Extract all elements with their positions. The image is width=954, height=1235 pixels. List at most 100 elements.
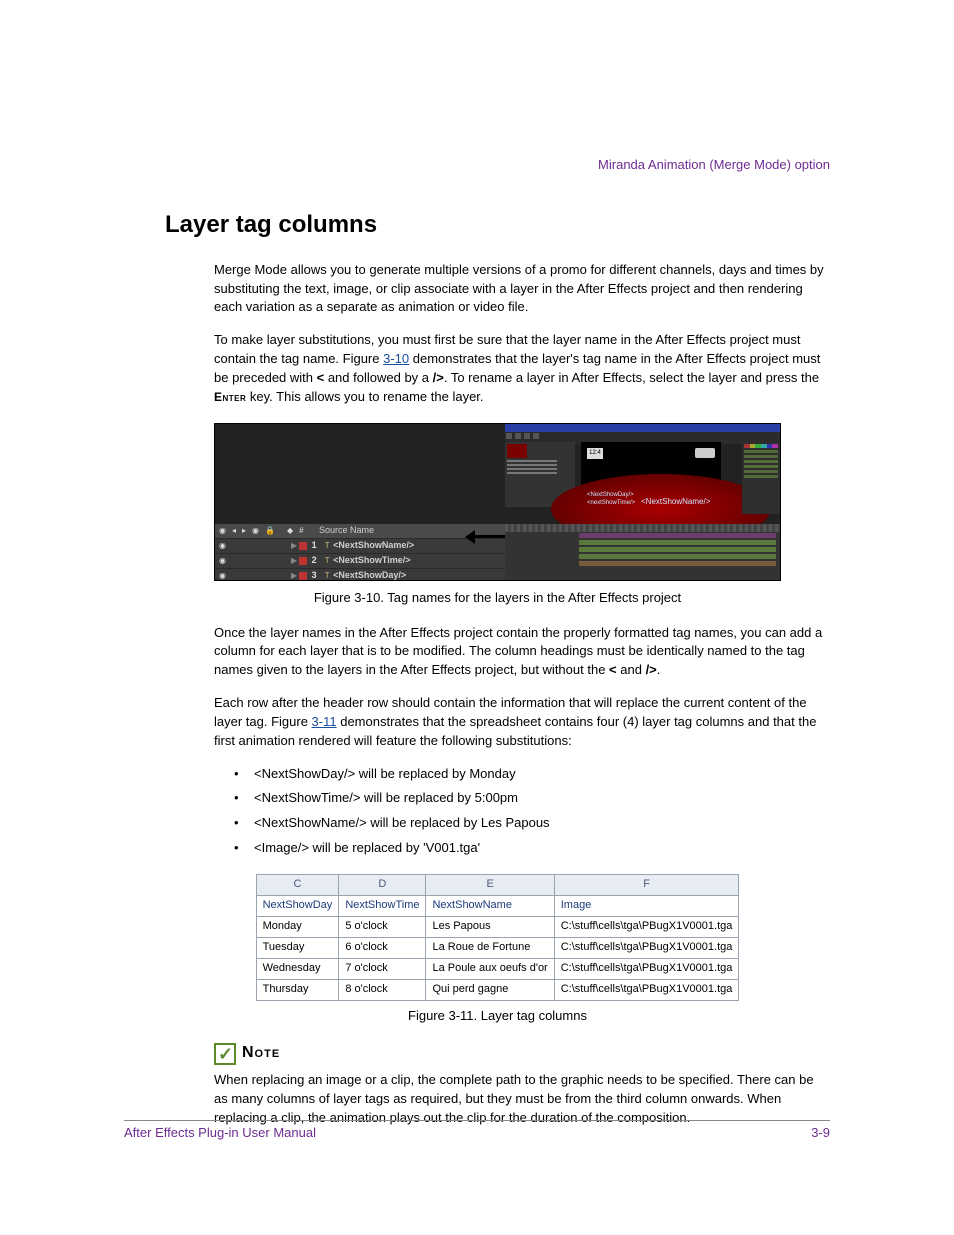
layer-number: 1 — [307, 539, 321, 552]
column-letter: F — [554, 874, 739, 895]
layer-row-icons: ◉ — [215, 555, 291, 567]
thumbnail-icon — [507, 444, 527, 458]
table-cell: Wednesday — [256, 958, 339, 979]
ae-titlebar — [505, 424, 780, 432]
layer-header-icon: ▸ — [242, 525, 246, 537]
layer-header-icon: ◂ — [232, 525, 236, 537]
table-cell: 5 o'clock — [339, 916, 426, 937]
text: and — [617, 662, 646, 677]
ae-composition-preview: 12:4 <NextShowDay/> <nextShowTime/> <Nex… — [581, 442, 721, 514]
footer-manual-title: After Effects Plug-in User Manual — [124, 1124, 316, 1143]
table-cell: 8 o'clock — [339, 979, 426, 1000]
column-letter: C — [256, 874, 339, 895]
layer-name: <NextShowTime/> — [333, 554, 505, 567]
layer-row: ◉▶ 1T<NextShowName/> — [215, 538, 505, 553]
table-header-cell: Image — [554, 895, 739, 916]
layer-number: 2 — [307, 554, 321, 567]
list-item: <NextShowDay/> will be replaced by Monda… — [234, 765, 830, 784]
layer-name: <NextShowDay/> — [333, 569, 505, 582]
checkmark-icon — [214, 1043, 236, 1065]
figure-link-3-10[interactable]: 3-10 — [383, 351, 409, 366]
literal-gt2: /> — [646, 662, 657, 677]
text-layer-icon: T — [321, 570, 333, 582]
table-header-cell: NextShowDay — [256, 895, 339, 916]
text: and followed by a — [324, 370, 432, 385]
text-layer-icon: T — [321, 555, 333, 567]
table-cell: Tuesday — [256, 937, 339, 958]
substitution-list: <NextShowDay/> will be replaced by Monda… — [234, 765, 830, 858]
layer-header-row: ◉◂▸◉🔒◆# Source Name — [215, 524, 505, 538]
text-layer-icon: T — [321, 540, 333, 552]
logo-badge — [695, 448, 715, 458]
layer-row-icons: ◉ — [215, 570, 291, 582]
text: key. This allows you to rename the layer… — [246, 389, 483, 404]
layer-row-icons: ◉ — [215, 540, 291, 552]
layer-header-icon: ◆ — [287, 525, 293, 537]
layer-header-icon: # — [299, 525, 303, 537]
layer-number: 3 — [307, 569, 321, 582]
table-header-cell: NextShowTime — [339, 895, 426, 916]
layer-header-icon: 🔒 — [265, 525, 275, 537]
disclosure-triangle-icon: ▶ — [291, 540, 297, 552]
figure-3-11-caption: Figure 3-11. Layer tag columns — [165, 1007, 830, 1026]
paragraph-3: Once the layer names in the After Effect… — [214, 624, 830, 681]
text: . — [657, 662, 661, 677]
table-row: Tuesday6 o'clockLa Roue de FortuneC:\stu… — [256, 937, 739, 958]
list-item: <NextShowName/> will be replaced by Les … — [234, 814, 830, 833]
layer-name: <NextShowName/> — [333, 539, 505, 552]
page-title: Layer tag columns — [165, 208, 830, 243]
paragraph-2: To make layer substitutions, you must fi… — [214, 331, 830, 406]
disclosure-triangle-icon: ▶ — [291, 570, 297, 582]
list-item: <Image/> will be replaced by 'V001.tga' — [234, 839, 830, 858]
text: . To rename a layer in After Effects, se… — [444, 370, 819, 385]
table-header-cell: NextShowName — [426, 895, 554, 916]
column-letter: E — [426, 874, 554, 895]
ae-right-panel — [742, 442, 780, 514]
footer-page-number: 3-9 — [811, 1124, 830, 1143]
layer-row: ◉▶ 2T<NextShowTime/> — [215, 553, 505, 568]
preview-tag-name: <NextShowName/> — [641, 496, 710, 508]
enter-key: Enter — [214, 390, 246, 404]
ae-timeline — [505, 524, 780, 580]
paragraph-intro: Merge Mode allows you to generate multip… — [214, 261, 830, 318]
layer-color-swatch — [299, 557, 307, 565]
table-cell: C:\stuff\cells\tga\PBugX1V0001.tga — [554, 958, 739, 979]
table-row: Monday5 o'clockLes PapousC:\stuff\cells\… — [256, 916, 739, 937]
section-header: Miranda Animation (Merge Mode) option — [598, 156, 830, 175]
layer-color-swatch — [299, 542, 307, 550]
footer-rule — [124, 1120, 830, 1121]
disclosure-triangle-icon: ▶ — [291, 555, 297, 567]
table-row: Thursday8 o'clockQui perd gagneC:\stuff\… — [256, 979, 739, 1000]
literal-gt: /> — [433, 370, 444, 385]
figure-3-10-caption: Figure 3-10. Tag names for the layers in… — [165, 589, 830, 608]
figure-3-10: 12:4 <NextShowDay/> <nextShowTime/> <Nex… — [214, 423, 781, 581]
layer-color-swatch — [299, 572, 307, 580]
clock-icon: 12:4 — [587, 448, 603, 459]
table-cell: C:\stuff\cells\tga\PBugX1V0001.tga — [554, 916, 739, 937]
layer-row: ◉▶ 3T<NextShowDay/> — [215, 568, 505, 583]
text: Once the layer names in the After Effect… — [214, 625, 822, 678]
note-label: Note — [242, 1044, 280, 1061]
table-cell: Qui perd gagne — [426, 979, 554, 1000]
table-cell: Monday — [256, 916, 339, 937]
preview-tag-time: <nextShowTime/> — [587, 499, 635, 508]
table-cell: La Poule aux oeufs d'or — [426, 958, 554, 979]
table-header-row: NextShowDayNextShowTimeNextShowNameImage — [256, 895, 739, 916]
table-cell: C:\stuff\cells\tga\PBugX1V0001.tga — [554, 937, 739, 958]
table-cell: 6 o'clock — [339, 937, 426, 958]
table-cell: Les Papous — [426, 916, 554, 937]
note-heading: Note — [214, 1041, 830, 1065]
timeline-ruler — [505, 524, 780, 532]
list-item: <NextShowTime/> will be replaced by 5:00… — [234, 789, 830, 808]
literal-lt2: < — [609, 662, 617, 677]
table-cell: C:\stuff\cells\tga\PBugX1V0001.tga — [554, 979, 739, 1000]
layer-header-icon: ◉ — [252, 525, 259, 537]
figure-3-11-spreadsheet: CDEF NextShowDayNextShowTimeNextShowName… — [256, 874, 740, 1001]
column-letter: D — [339, 874, 426, 895]
table-cell: Thursday — [256, 979, 339, 1000]
table-cell: 7 o'clock — [339, 958, 426, 979]
paragraph-4: Each row after the header row should con… — [214, 694, 830, 751]
figure-link-3-11[interactable]: 3-11 — [312, 714, 337, 729]
table-row: Wednesday7 o'clockLa Poule aux oeufs d'o… — [256, 958, 739, 979]
ae-layer-panel: ◉◂▸◉🔒◆# Source Name ◉▶1T<NextShowName/>◉… — [215, 524, 505, 580]
